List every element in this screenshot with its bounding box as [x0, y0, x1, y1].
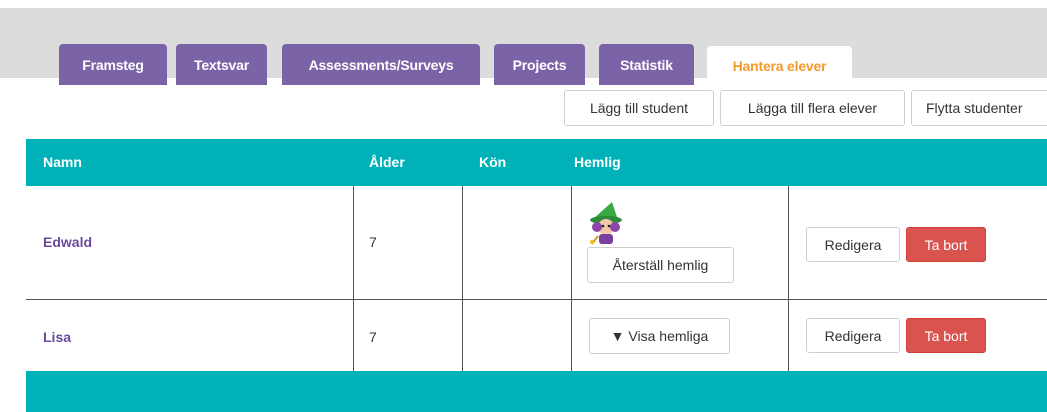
add-student-button[interactable]: Lägg till student — [564, 90, 714, 126]
student-name-link[interactable]: Edwald — [43, 234, 92, 250]
tab-framsteg[interactable]: Framsteg — [59, 44, 167, 85]
table-row: Edwald 7 Återställ hemlig Redigera Ta bo… — [26, 186, 1047, 300]
tab-statistik[interactable]: Statistik — [599, 44, 694, 85]
column-divider — [462, 300, 463, 371]
tab-bar: Framsteg Textsvar Assessments/Surveys Pr… — [0, 8, 1047, 86]
header-gender: Kön — [479, 154, 507, 170]
edit-button[interactable]: Redigera — [806, 227, 900, 262]
tab-textsvar[interactable]: Textsvar — [176, 44, 267, 85]
column-divider — [353, 300, 354, 371]
student-age: 7 — [369, 234, 377, 250]
top-band — [0, 0, 1047, 8]
tab-projects[interactable]: Projects — [494, 44, 585, 85]
column-divider — [788, 186, 789, 300]
student-name-link[interactable]: Lisa — [43, 329, 71, 345]
column-divider — [571, 300, 572, 371]
header-secret: Hemlig — [574, 154, 621, 170]
column-divider — [353, 186, 354, 300]
column-divider — [788, 300, 789, 371]
header-age: Ålder — [369, 154, 405, 170]
reset-secret-button[interactable]: Återställ hemlig — [587, 247, 734, 283]
column-divider — [462, 186, 463, 300]
tab-assessments-surveys[interactable]: Assessments/Surveys — [282, 44, 480, 85]
table-footer — [26, 371, 1047, 412]
student-age: 7 — [369, 329, 377, 345]
add-multiple-students-button[interactable]: Lägga till flera elever — [720, 90, 905, 126]
table-header: Namn Ålder Kön Hemlig — [26, 139, 1047, 186]
column-divider — [571, 186, 572, 300]
wizard-avatar-icon — [586, 200, 624, 246]
show-secret-button[interactable]: ▼ Visa hemliga — [589, 318, 730, 354]
delete-button[interactable]: Ta bort — [906, 227, 986, 262]
delete-button[interactable]: Ta bort — [906, 318, 986, 353]
edit-button[interactable]: Redigera — [806, 318, 900, 353]
table-row: Lisa 7 ▼ Visa hemliga Redigera Ta bort — [26, 300, 1047, 371]
header-name: Namn — [43, 154, 82, 170]
move-students-button[interactable]: Flytta studenter — [911, 90, 1047, 126]
tab-hantera-elever[interactable]: Hantera elever — [707, 46, 852, 86]
